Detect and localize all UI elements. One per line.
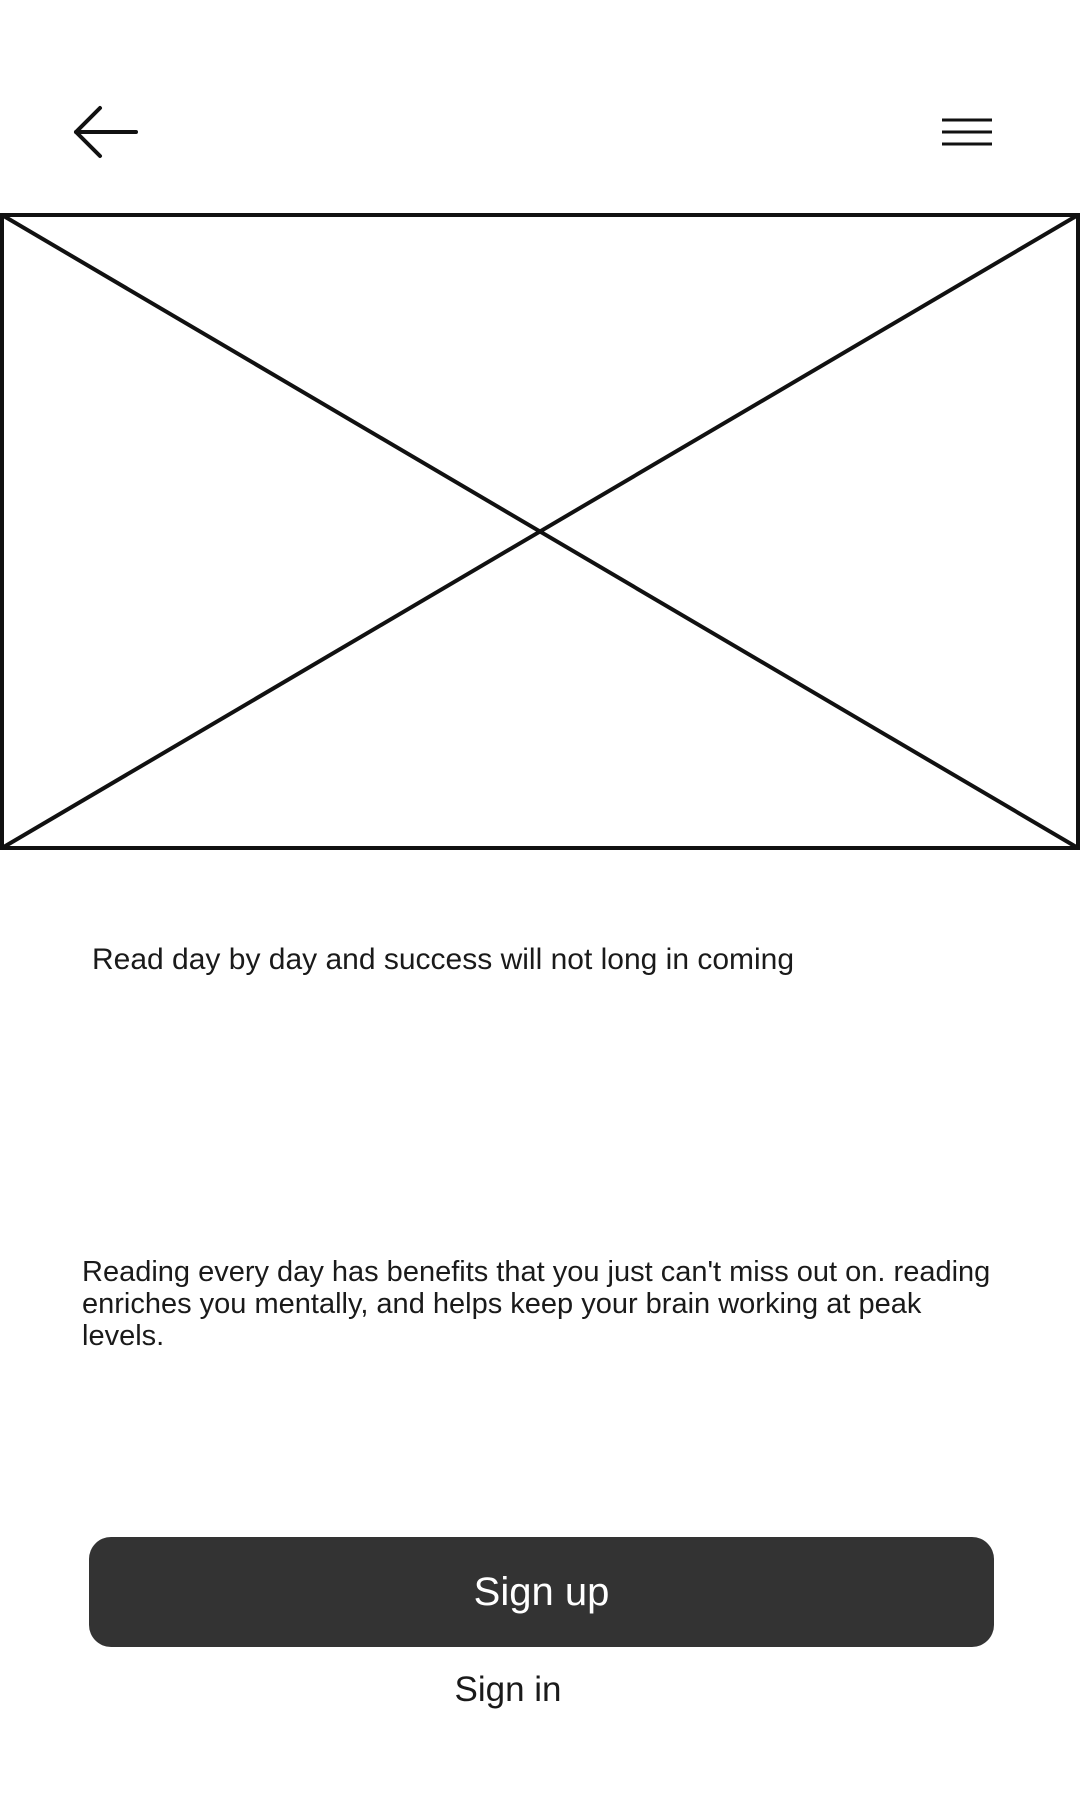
- hamburger-menu-icon: [942, 118, 992, 146]
- description: Reading every day has benefits that you …: [82, 1256, 991, 1352]
- hero-image-placeholder: [0, 213, 1080, 850]
- menu-button[interactable]: [936, 104, 996, 160]
- signin-link[interactable]: Sign in: [0, 1668, 1016, 1712]
- signup-button[interactable]: Sign up: [89, 1537, 994, 1647]
- arrow-left-icon: [74, 106, 138, 158]
- back-button[interactable]: [70, 100, 140, 164]
- tagline: Read day by day and success will not lon…: [92, 943, 795, 976]
